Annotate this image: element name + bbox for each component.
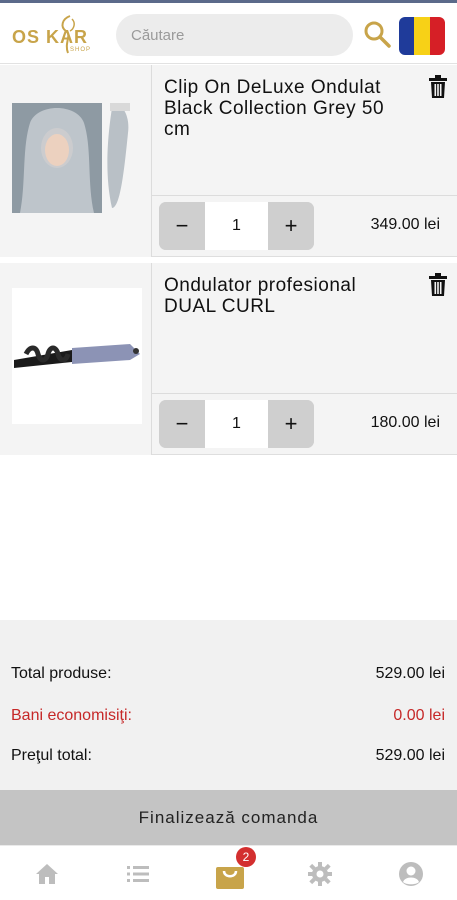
cart-count-badge: 2 (236, 847, 256, 867)
decrease-quantity-button[interactable]: − (159, 400, 205, 448)
flag-stripe-red (429, 17, 445, 55)
delete-icon[interactable] (428, 273, 448, 297)
grand-total-label: Preţul total: (11, 747, 92, 764)
product-thumbnail-frame (0, 263, 152, 455)
flag-stripe-blue (399, 17, 415, 55)
grand-total-value: 529.00 lei (375, 747, 445, 764)
products-total-label: Total produse: (11, 665, 112, 682)
flag-stripe-yellow (414, 17, 430, 55)
bottom-navigation (0, 845, 457, 900)
search-icon[interactable] (362, 19, 392, 49)
user-icon[interactable] (397, 860, 425, 888)
item-price: 180.00 lei (370, 414, 440, 431)
product-image-curling-iron[interactable] (12, 288, 142, 424)
logo-subtitle: SHOP (70, 47, 92, 53)
savings-value: 0.00 lei (393, 707, 445, 724)
search-input[interactable] (116, 14, 353, 56)
increase-quantity-button[interactable]: + (268, 400, 314, 448)
increase-quantity-button[interactable]: + (268, 202, 314, 250)
home-icon[interactable] (33, 860, 61, 888)
product-title[interactable]: Ondulator profesional DUAL CURL (164, 275, 412, 317)
product-image-hair-extension[interactable] (12, 103, 142, 213)
cart-item: Ondulator profesional DUAL CURL − 1 + 18… (0, 263, 457, 455)
order-summary: Total produse: 529.00 lei Bani economisi… (0, 620, 457, 790)
list-icon[interactable] (124, 860, 152, 888)
quantity-value[interactable]: 1 (205, 202, 268, 250)
products-total-value: 529.00 lei (375, 665, 445, 682)
cart-item: Clip On DeLuxe Ondulat Black Collection … (0, 65, 457, 257)
finalize-order-button[interactable]: Finalizează comanda (0, 790, 457, 845)
quantity-value[interactable]: 1 (205, 400, 268, 448)
quantity-stepper: − 1 + (159, 400, 314, 448)
decrease-quantity-button[interactable]: − (159, 202, 205, 250)
oskar-logo[interactable]: OS KAR SHOP (12, 13, 110, 57)
app-header: OS KAR SHOP (0, 0, 457, 64)
product-title[interactable]: Clip On DeLuxe Ondulat Black Collection … (164, 77, 412, 140)
romania-flag-icon[interactable] (399, 17, 445, 55)
item-footer: − 1 + 180.00 lei (152, 393, 457, 455)
quantity-stepper: − 1 + (159, 202, 314, 250)
savings-label: Bani economisiţi: (11, 707, 132, 724)
item-footer: − 1 + 349.00 lei (152, 195, 457, 257)
product-thumbnail-frame (0, 65, 152, 257)
gear-icon[interactable] (306, 860, 334, 888)
item-price: 349.00 lei (370, 216, 440, 233)
delete-icon[interactable] (428, 75, 448, 99)
